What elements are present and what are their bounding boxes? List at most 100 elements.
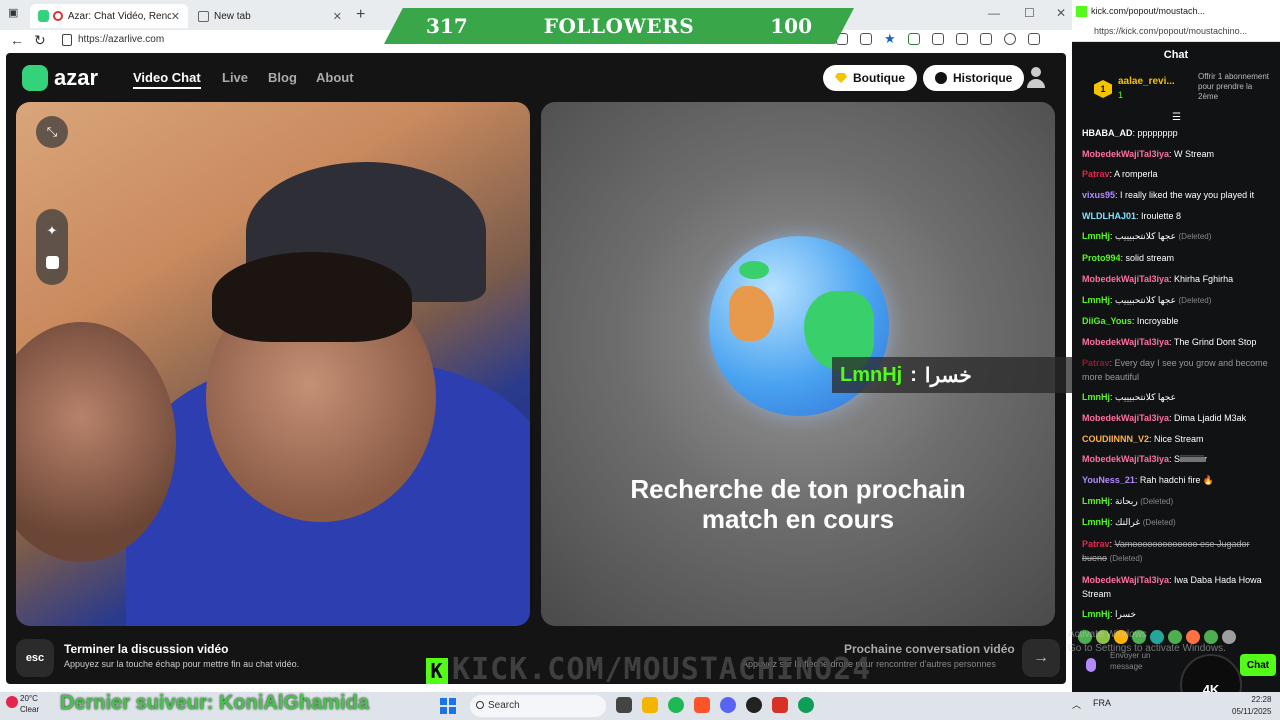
chat-username[interactable]: MobedekWajiTal3iya [1082,413,1169,423]
chat-text: pppppppp [1137,128,1178,138]
chat-username[interactable]: Patrav [1082,539,1110,549]
chat-username[interactable]: MobedekWajiTal3iya [1082,337,1169,347]
mic-icon[interactable] [1086,658,1096,672]
more-menu-icon[interactable] [1028,33,1040,45]
refresh-icon[interactable]: ↻ [34,32,46,49]
chat-text: Siiiiiiiiiiiir [1174,454,1208,465]
maximize-button[interactable]: ☐ [1024,6,1035,20]
brave-icon[interactable] [694,697,710,713]
minimize-video-icon[interactable]: ⤡ [36,116,68,148]
screen: ▣ Azar: Chat Vidéo, Rencontre ✕ New tab … [0,0,1280,720]
taskbar-clock[interactable]: 22:28 05/11/2025 [1232,694,1271,718]
chat-filter-icon[interactable]: ☰ [1172,112,1181,123]
chat-username[interactable]: LmnHj [1082,295,1110,305]
new-tab-button[interactable]: + [356,6,365,24]
chat-message: MobedekWajiTal3iya: Iwa Daba Hada Howa S… [1082,573,1276,601]
chat-username[interactable]: YouNess_21 [1082,475,1135,485]
chat-username[interactable]: vixus95 [1082,190,1115,200]
tab-close-button[interactable]: ✕ [171,10,180,23]
extensions-icon[interactable] [932,33,944,45]
end-chat-title: Terminer la discussion vidéo [64,642,229,656]
weather-temp: 20°C [20,694,38,703]
tab-close-button[interactable]: ✕ [333,10,342,23]
weather-widget[interactable]: 20°C Clear [20,693,39,715]
obs-icon[interactable] [746,697,762,713]
close-window-button[interactable]: ✕ [1056,6,1066,20]
chat-text: Iroulette 8 [1141,210,1182,221]
pinned-gift-banner[interactable]: 1 aalae_revi... 1 Offrir 1 abonnement po… [1090,70,1280,110]
face-filter-icon[interactable] [44,255,60,271]
next-chat-button[interactable]: → [1022,639,1060,677]
chat-username[interactable]: HBABA_AD [1082,128,1133,138]
chat-username[interactable]: MobedekWajiTal3iya [1082,454,1169,464]
chat-message: LmnHj: خسرا [1082,607,1276,621]
clock-icon [935,72,947,84]
site-info-icon[interactable] [62,34,72,46]
chat-username[interactable]: WLDLHAJ01 [1082,211,1136,221]
chat-message: COUDIINNN_V2: Nice Stream [1082,432,1276,446]
send-chat-button[interactable]: Chat [1240,654,1276,676]
kick-watermark: K KICK.COM/MOUSTACHINO24 [426,652,871,687]
chat-text: Nice Stream [1154,433,1204,444]
chat-username[interactable]: LmnHj [1082,609,1110,619]
app-icon[interactable] [772,697,788,713]
discord-icon[interactable] [720,697,736,713]
chat-username[interactable]: LmnHj [1082,496,1110,506]
chat-username[interactable]: LmnHj [1082,392,1110,402]
chat-username[interactable]: MobedekWajiTal3iya [1082,575,1169,585]
historique-button[interactable]: Historique [923,65,1025,91]
chat-message-list: HBABA_AD: pppppppp MobedekWajiTal3iya: W … [1082,126,1276,628]
back-icon[interactable]: ← [10,32,24,48]
tab-azar[interactable]: Azar: Chat Vidéo, Rencontre ✕ [30,4,188,28]
windows-start-icon[interactable] [440,698,456,714]
url-field[interactable]: https://azarlive.com [78,34,164,45]
chat-username[interactable]: Patrav [1082,169,1110,179]
taskbar-search[interactable]: Search [470,695,606,717]
profile-icon[interactable] [1004,33,1016,45]
tab-new[interactable]: New tab ✕ [190,4,350,28]
weather-icon[interactable] [6,696,18,708]
nav-blog[interactable]: Blog [268,70,297,85]
nav-video-chat[interactable]: Video Chat [133,70,201,89]
nav-live[interactable]: Live [222,70,248,85]
history-icon[interactable] [980,33,992,45]
file-explorer-icon[interactable] [642,697,658,713]
chat-username[interactable]: LmnHj [1082,231,1110,241]
chat-message: MobedekWajiTal3iya: Khirha Fghirha [1082,272,1276,286]
task-view-icon[interactable] [616,697,632,713]
chat-message: Patrav: Every day I see you grow and bec… [1082,356,1276,384]
overlay-user: LmnHj [840,363,903,386]
sparkle-effects-icon[interactable]: ✦ [44,223,60,239]
tab-actions-icon[interactable]: ▣ [8,6,18,19]
chat-username[interactable]: Patrav [1082,358,1110,368]
chat-username[interactable]: DiiGa_Yous [1082,316,1132,326]
chat-text: solid stream [1125,253,1175,264]
chat-username[interactable]: COUDIINNN_V2 [1082,434,1149,444]
user-avatar-icon[interactable] [1027,67,1045,89]
chat-username[interactable]: Proto994 [1082,253,1121,263]
chat-message: LmnHj: عجها كلانتحبيييب (Deleted) [1082,229,1276,244]
tray-chevron-icon[interactable]: ︿ [1072,698,1081,711]
kick-url-field[interactable]: https://kick.com/popout/moustachino... [1072,22,1280,42]
tab-label: New tab [214,10,251,22]
azar-logo[interactable]: azar [22,65,98,91]
stream-chat-overlay: LmnHj : خسرا [832,357,1080,393]
tray-lang[interactable]: FRA [1093,698,1111,711]
chat-text: The Grind Dont Stop [1173,336,1257,347]
chat-input[interactable]: Envoyer un message [1110,650,1160,672]
boutique-button[interactable]: Boutique [823,65,917,91]
favorite-star-icon[interactable]: ★ [884,32,896,45]
edge-icon[interactable] [798,697,814,713]
chat-username[interactable]: LmnHj [1082,517,1110,527]
chat-message: LmnHj: غرالتك (Deleted) [1082,515,1276,530]
audio-icon[interactable] [908,33,920,45]
chat-username[interactable]: MobedekWajiTal3iya [1082,274,1169,284]
gift-offer-text: Offrir 1 abonnement pour prendre la 2ème [1198,72,1270,101]
minimize-button[interactable]: — [988,6,1000,20]
esc-button[interactable]: esc [16,639,54,677]
nav-about[interactable]: About [316,70,354,85]
spotify-icon[interactable] [668,697,684,713]
favorites-icon[interactable] [956,33,968,45]
read-aloud-icon[interactable] [860,33,872,45]
chat-username[interactable]: MobedekWajiTal3iya [1082,149,1169,159]
